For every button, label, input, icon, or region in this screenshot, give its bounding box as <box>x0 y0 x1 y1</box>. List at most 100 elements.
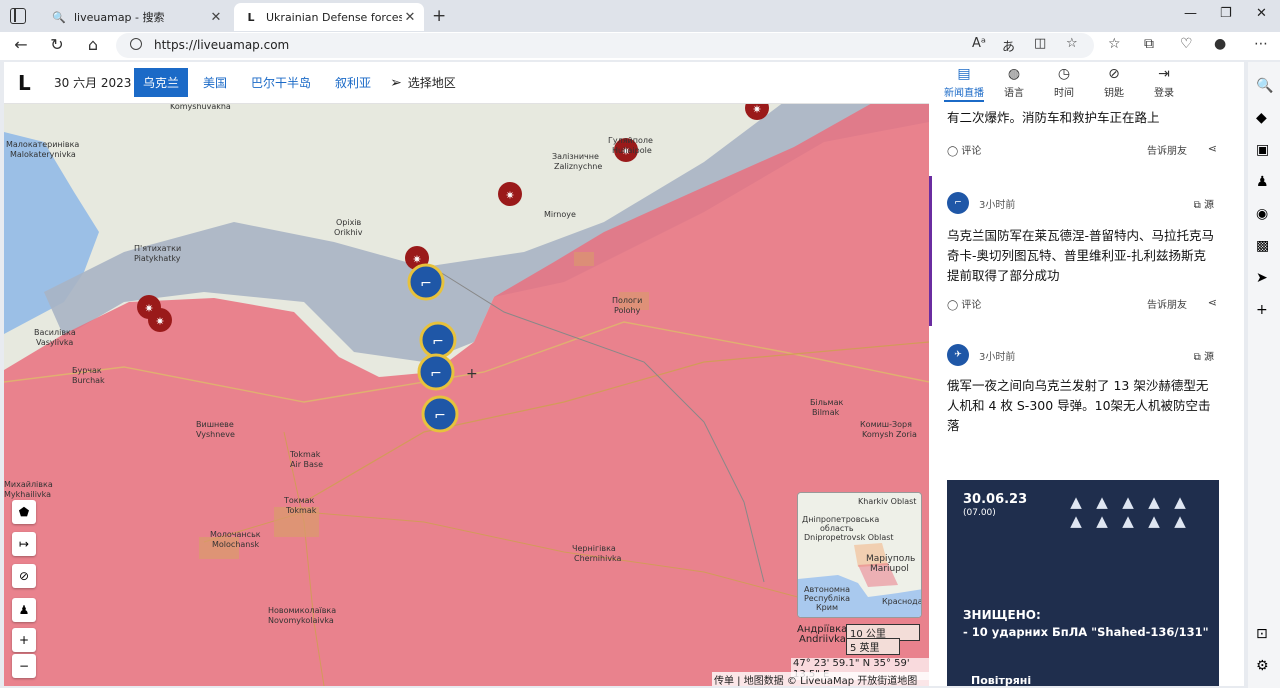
drone-icon: ✈ <box>947 344 969 366</box>
favorites-icon[interactable]: ☆ <box>1108 36 1121 52</box>
map-view[interactable]: ✷ ✷ ✷ ✷ ✷ ✷ ⌐ ⌐ ⌐ ⌐ + Komyshuvakha Малок… <box>4 102 929 686</box>
translate-icon[interactable]: あ <box>1002 36 1015 55</box>
tab-language[interactable]: ◍ 语言 <box>989 62 1039 104</box>
more-menu-icon[interactable]: ⋯ <box>1254 36 1268 52</box>
share-friend-link[interactable]: 告诉朋友 <box>1147 296 1187 311</box>
place-label: Huliaipole <box>612 146 652 155</box>
combat-marker[interactable]: ⌐ <box>407 263 445 301</box>
read-aloud-icon[interactable]: Aᵃ <box>972 36 986 51</box>
close-icon[interactable]: ✕ <box>208 10 224 25</box>
games-icon[interactable]: ◉ <box>1256 206 1268 222</box>
minimap-label: Краснодар <box>882 597 921 606</box>
split-screen-icon[interactable]: ◫ <box>1034 36 1046 51</box>
date-selector[interactable]: 30 六月 2023 <box>54 74 134 91</box>
crosshair-icon: + <box>466 366 478 382</box>
back-button[interactable]: ← <box>10 35 32 54</box>
news-feed[interactable]: 有二次爆炸。消防车和救护车正在路上 ◯ 评论 告诉朋友 ⋖ ⌐ 3小时前 ⧉ 源 <box>929 104 1244 686</box>
nav-ukraine[interactable]: 乌克兰 <box>134 68 189 97</box>
zoom-in-button[interactable]: + <box>12 628 36 652</box>
favorite-star-icon[interactable]: ☆ <box>1066 36 1078 51</box>
close-icon[interactable]: ✕ <box>402 10 418 25</box>
hide-layers-button[interactable]: ⊘ <box>12 564 36 588</box>
place-label: Бурчак <box>72 366 102 375</box>
drone-icon: ▲ <box>1070 512 1082 530</box>
place-label: Токмак <box>284 496 315 505</box>
scale-mi: 5 英里 <box>846 638 900 655</box>
poster-footer: Повітряні <box>971 674 1032 686</box>
collections-icon[interactable]: ⧉ <box>1144 36 1154 52</box>
search-icon[interactable]: 🔍 <box>1256 78 1273 94</box>
url-text[interactable]: https://liveuamap.com <box>154 38 289 52</box>
comment-link[interactable]: ◯ 评论 <box>947 142 981 157</box>
select-region-button[interactable]: ➢ 选择地区 <box>390 74 456 91</box>
minimap-label: Mariupol <box>870 564 909 574</box>
close-window-button[interactable]: ✕ <box>1256 6 1267 21</box>
profile-avatar[interactable]: ● <box>1214 36 1226 52</box>
tab-login[interactable]: ⇥ 登录 <box>1139 62 1189 104</box>
units-button[interactable]: ♟ <box>12 598 36 622</box>
nav-balkans[interactable]: 巴尔干半岛 <box>242 68 320 97</box>
tab-title: liveuamap - 搜索 <box>74 11 165 24</box>
combat-marker[interactable]: ⌐ <box>421 395 459 433</box>
measure-button[interactable]: ↦ <box>12 532 36 556</box>
map-canvas[interactable]: ✷ ✷ ✷ ✷ ✷ ✷ ⌐ ⌐ ⌐ ⌐ + <box>4 102 929 686</box>
tab-label: 语言 <box>1004 88 1024 99</box>
customize-icon[interactable]: ⊡ <box>1256 626 1268 642</box>
tab-liveuamap[interactable]: Ⅼ Ukrainian Defense forces have p ✕ <box>234 3 424 31</box>
minimize-button[interactable]: — <box>1184 6 1197 21</box>
share-icon[interactable]: ⋖ <box>1208 142 1217 155</box>
scale-town-label: Andriivka <box>799 634 846 645</box>
place-label: Оріхів <box>336 218 362 227</box>
tab-news-live[interactable]: ▤ 新闻直播 <box>939 62 989 104</box>
share-icon[interactable]: ⋖ <box>1208 296 1217 309</box>
nav-syria[interactable]: 叙利亚 <box>326 68 380 97</box>
select-region-label: 选择地区 <box>407 76 456 90</box>
place-label: Михайлівка <box>4 480 53 489</box>
tag-icon[interactable]: ◆ <box>1256 110 1267 126</box>
briefcase-icon[interactable]: ▣ <box>1256 142 1269 158</box>
zoom-out-button[interactable]: − <box>12 654 36 678</box>
hide-icon: ⊘ <box>18 569 30 583</box>
add-icon[interactable]: + <box>1256 302 1268 318</box>
nav-usa[interactable]: 美国 <box>194 68 236 97</box>
site-logo[interactable]: Ⅼ <box>18 71 48 95</box>
share-friend-link[interactable]: 告诉朋友 <box>1147 142 1187 157</box>
news-image[interactable]: 30.06.23 (07.00) ▲ ▲ ▲ ▲ ▲ ▲ ▲ ▲ ▲ ▲ ЗНИЩЕНО: - … <box>947 480 1219 686</box>
place-label: Tokmak <box>286 506 317 515</box>
person-icon[interactable]: ♟ <box>1256 174 1269 190</box>
home-button[interactable]: ⌂ <box>82 35 104 54</box>
place-label: Молочанськ <box>210 530 261 539</box>
tab-actions-icon[interactable] <box>10 8 26 24</box>
settings-icon[interactable]: ⚙ <box>1256 658 1269 674</box>
place-label: Zaliznychne <box>554 162 603 171</box>
place-label: Вишневе <box>196 420 234 429</box>
news-meta: ⌐ 3小时前 <box>947 192 1015 214</box>
maximize-button[interactable]: ❐ <box>1220 6 1232 21</box>
login-icon: ⇥ <box>1158 66 1170 82</box>
explosion-marker[interactable]: ✷ <box>498 182 522 206</box>
site-header: Ⅼ 30 六月 2023 乌克兰 美国 巴尔干半岛 叙利亚 ➢ 选择地区 <box>4 62 929 104</box>
explosion-marker[interactable]: ✷ <box>148 308 172 332</box>
comment-link[interactable]: ◯ 评论 <box>947 296 981 311</box>
new-tab-button[interactable]: + <box>432 6 446 26</box>
send-icon[interactable]: ➤ <box>1256 270 1268 286</box>
active-item-bar <box>929 176 932 326</box>
map-attribution[interactable]: 传单 | 地图数据 © LiveuaMap 开放街道地图贡献者 <box>712 672 929 686</box>
tab-time[interactable]: ◷ 时间 <box>1039 62 1089 104</box>
minimap[interactable]: Kharkiv Oblast Дніпропетровська область … <box>797 492 922 618</box>
tab-key[interactable]: ⊘ 钥匙 <box>1089 62 1139 104</box>
address-bar[interactable]: https://liveuamap.com Aᵃ あ ◫ ☆ <box>116 33 1094 58</box>
source-link[interactable]: ⧉ 源 <box>1194 348 1214 363</box>
browser-essentials-icon[interactable]: ♡ <box>1180 36 1193 52</box>
navigation-arrow-icon: ➢ <box>390 74 402 91</box>
draw-polygon-button[interactable]: ⬟ <box>12 500 36 524</box>
refresh-button[interactable]: ↻ <box>46 35 68 54</box>
combat-marker[interactable]: ⌐ <box>419 321 457 359</box>
combat-marker[interactable]: ⌐ <box>417 353 455 391</box>
outlook-icon[interactable]: ▩ <box>1256 238 1269 254</box>
place-label: Chernihivka <box>574 554 622 563</box>
tab-search[interactable]: 🔍 liveuamap - 搜索 ✕ <box>42 3 230 31</box>
news-text: 乌克兰国防军在莱瓦德涅-普留特内、马拉托克马奇卡-奥切列图瓦特、普里维利亚-扎利… <box>947 228 1215 283</box>
site-info-icon[interactable] <box>130 38 142 50</box>
source-link[interactable]: ⧉ 源 <box>1194 196 1214 211</box>
